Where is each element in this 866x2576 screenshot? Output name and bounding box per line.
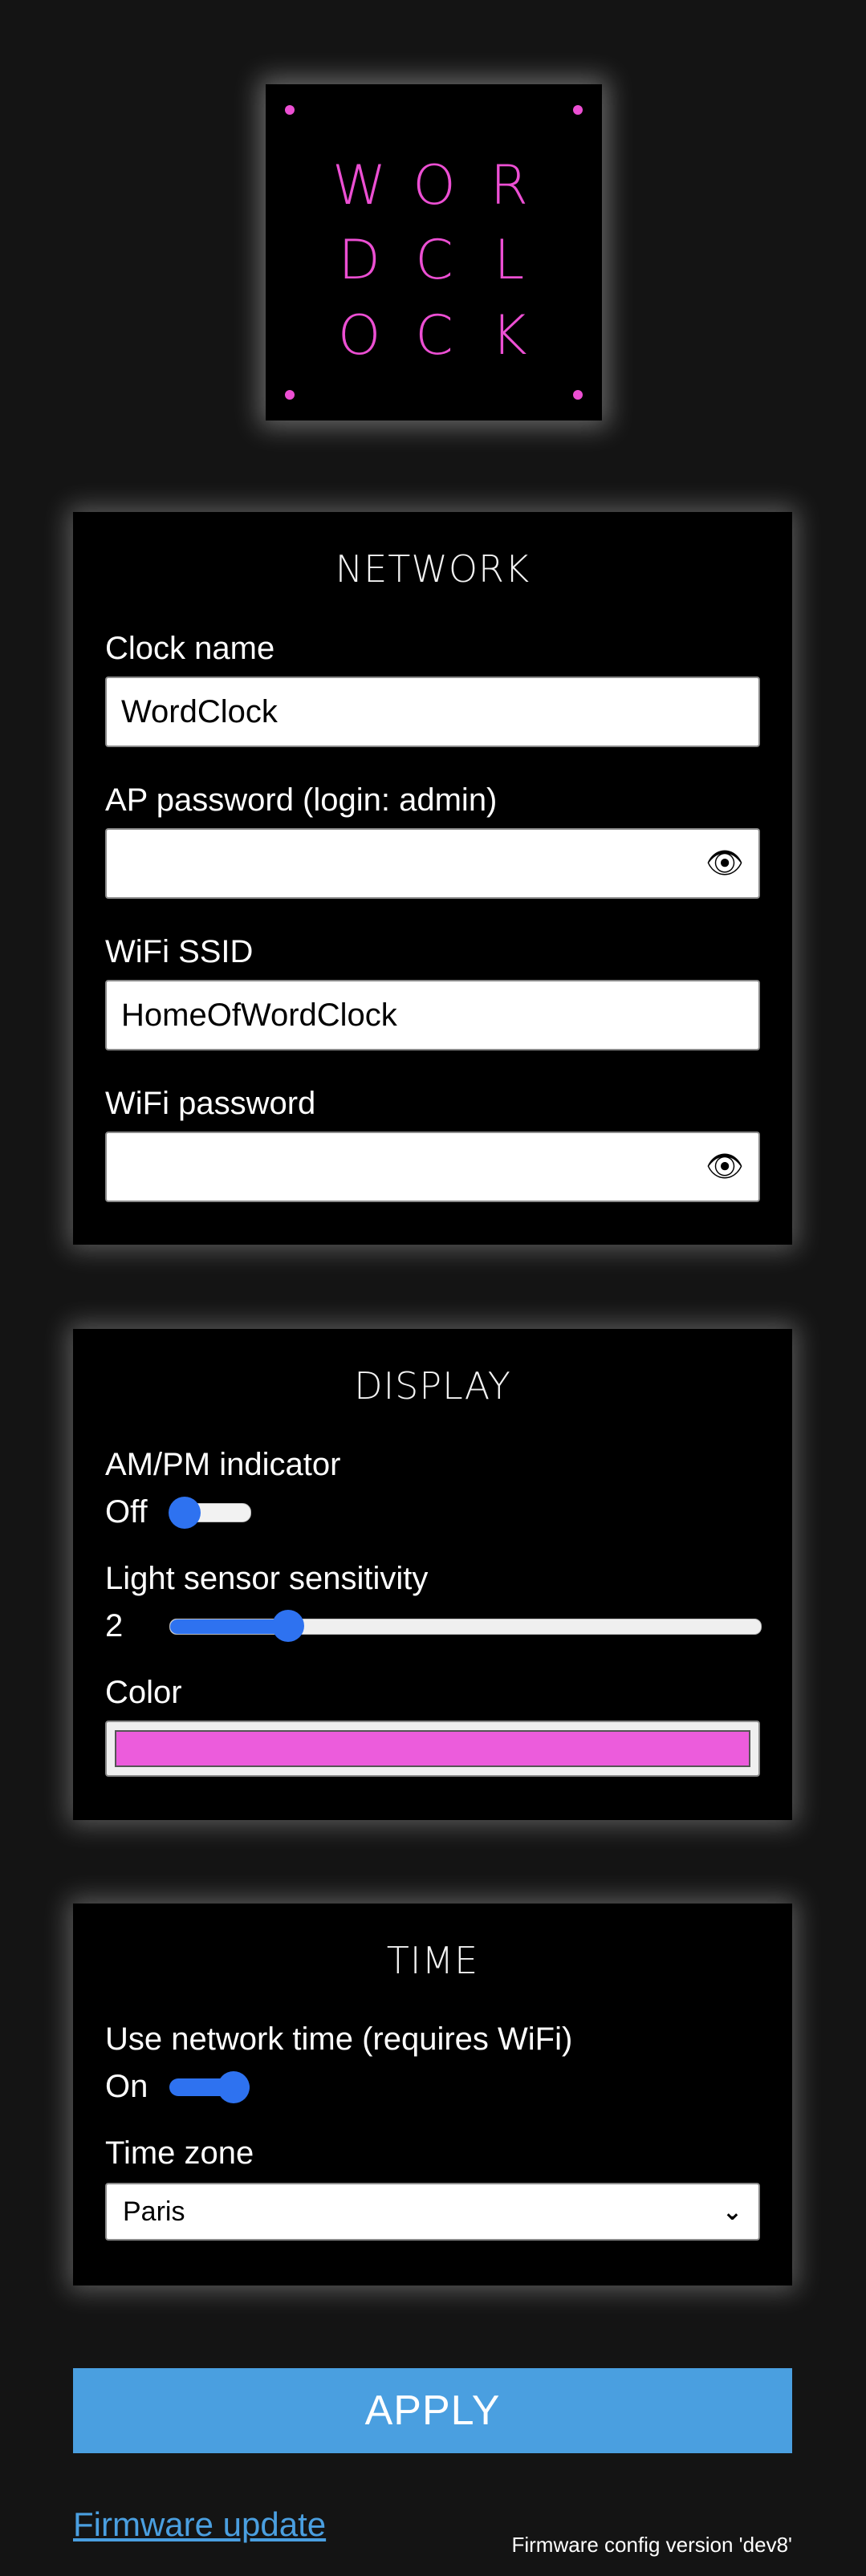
- wifi-ssid-input[interactable]: HomeOfWordClock: [105, 980, 760, 1050]
- clock-name-value: WordClock: [121, 693, 278, 729]
- clock-name-label: Clock name: [105, 631, 275, 666]
- ap-password-label: AP password (login: admin): [105, 782, 498, 818]
- slider-fill: [170, 1619, 289, 1634]
- corner-dot: [285, 390, 295, 400]
- ampm-label: AM/PM indicator: [105, 1447, 341, 1482]
- ampm-toggle[interactable]: [169, 1496, 251, 1529]
- settings-page: W O R D C L O C K NETWORK Clock name Wor…: [0, 0, 866, 2576]
- logo-letter: W: [332, 154, 387, 218]
- wifi-password-label: WiFi password: [105, 1086, 316, 1121]
- timezone-select[interactable]: Paris ⌄: [105, 2183, 760, 2241]
- light-sensor-value: 2: [105, 1608, 124, 1644]
- timezone-value: Paris: [123, 2196, 185, 2227]
- toggle-knob[interactable]: [218, 2070, 250, 2103]
- logo-letter: K: [491, 303, 527, 368]
- wordclock-logo: W O R D C L O C K: [266, 84, 602, 421]
- slider-thumb[interactable]: [272, 1609, 305, 1642]
- color-picker[interactable]: [105, 1721, 760, 1777]
- eye-icon[interactable]: 👁: [705, 848, 744, 879]
- logo-letter: O: [337, 303, 381, 368]
- light-sensor-slider[interactable]: [169, 1609, 762, 1642]
- logo-letter: C: [415, 229, 453, 293]
- firmware-update-link[interactable]: Firmware update: [73, 2505, 326, 2544]
- light-sensor-label: Light sensor sensitivity: [105, 1561, 429, 1596]
- logo-letter: O: [413, 154, 456, 218]
- logo-letter: L: [494, 229, 525, 293]
- network-title: NETWORK: [335, 547, 531, 591]
- network-time-label: Use network time (requires WiFi): [105, 2021, 573, 2057]
- corner-dot: [285, 105, 295, 115]
- time-card: TIME Use network time (requires WiFi) On…: [73, 1904, 792, 2285]
- light-sensor-row: 2: [105, 1608, 762, 1644]
- color-swatch: [115, 1730, 750, 1767]
- logo-letter: C: [415, 303, 453, 368]
- network-time-toggle[interactable]: [169, 2070, 250, 2103]
- clock-name-input[interactable]: WordClock: [105, 677, 760, 747]
- chevron-down-icon: ⌄: [722, 2198, 742, 2225]
- ap-password-input[interactable]: 👁: [105, 828, 760, 899]
- display-card: DISPLAY AM/PM indicator Off Light sensor…: [73, 1329, 792, 1820]
- eye-icon[interactable]: 👁: [705, 1152, 744, 1182]
- network-time-state: On: [105, 2069, 148, 2104]
- color-label: Color: [105, 1675, 182, 1710]
- apply-button[interactable]: APPLY: [73, 2368, 792, 2453]
- network-time-toggle-row: On: [105, 2069, 250, 2105]
- corner-dot: [573, 105, 583, 115]
- time-title: TIME: [386, 1939, 479, 1982]
- ampm-state: Off: [105, 1494, 148, 1530]
- timezone-label: Time zone: [105, 2135, 254, 2171]
- toggle-knob[interactable]: [169, 1496, 201, 1529]
- logo-letter-grid: W O R D C L O C K: [322, 148, 547, 373]
- display-title: DISPLAY: [354, 1364, 511, 1408]
- corner-dot: [573, 390, 583, 400]
- ampm-toggle-row: Off: [105, 1494, 251, 1530]
- logo-letter: D: [338, 229, 380, 293]
- network-card: NETWORK Clock name WordClock AP password…: [73, 512, 792, 1245]
- wifi-password-input[interactable]: 👁: [105, 1132, 760, 1202]
- firmware-version-text: Firmware config version 'dev8': [511, 2533, 792, 2557]
- wifi-ssid-value: HomeOfWordClock: [121, 997, 397, 1033]
- wifi-ssid-label: WiFi SSID: [105, 934, 254, 969]
- logo-letter: R: [490, 154, 528, 218]
